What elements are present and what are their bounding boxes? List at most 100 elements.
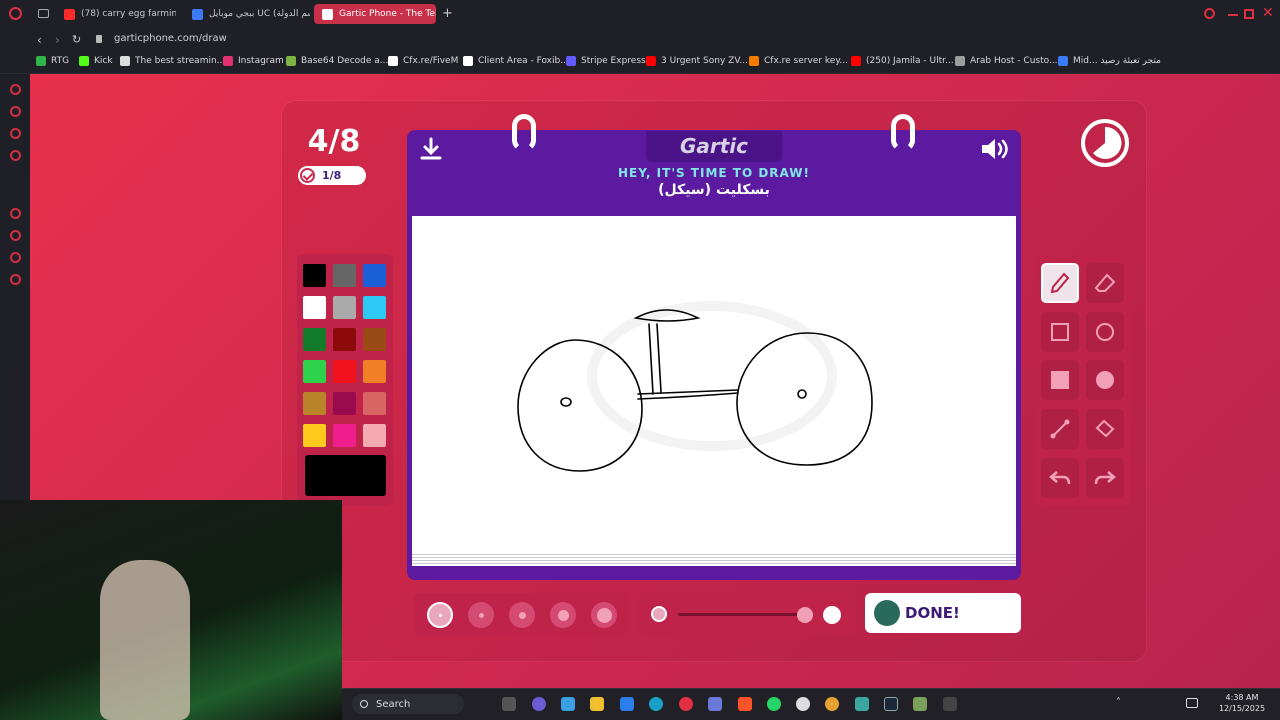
color-swatch[interactable] bbox=[333, 424, 356, 447]
bookmark-instagram[interactable]: Instagram bbox=[223, 56, 284, 66]
reload-icon[interactable]: ↻ bbox=[72, 33, 81, 46]
edge-icon[interactable] bbox=[649, 697, 663, 711]
sidebar-icon[interactable] bbox=[10, 230, 21, 241]
tab-pubg-uc[interactable]: ببجي موبايل UC (اسم الدولة bbox=[184, 4, 310, 24]
forward-icon[interactable]: › bbox=[55, 33, 60, 47]
undo-icon bbox=[1049, 471, 1071, 485]
store-icon[interactable] bbox=[620, 697, 634, 711]
color-swatch[interactable] bbox=[333, 264, 356, 287]
bookmark-base64[interactable]: Base64 Decode a... bbox=[286, 56, 388, 66]
brush-size-5[interactable] bbox=[591, 602, 617, 628]
close-icon[interactable]: ✕ bbox=[1262, 5, 1274, 21]
color-swatch[interactable] bbox=[303, 392, 326, 415]
drawing-canvas[interactable] bbox=[412, 216, 1016, 552]
opera-logo-icon[interactable] bbox=[9, 7, 22, 20]
color-swatch[interactable] bbox=[333, 296, 356, 319]
pencil-tool[interactable] bbox=[1041, 263, 1079, 303]
color-swatch[interactable] bbox=[303, 296, 326, 319]
color-swatch[interactable] bbox=[363, 296, 386, 319]
redo-tool[interactable] bbox=[1086, 458, 1124, 498]
app-icon[interactable] bbox=[943, 697, 957, 711]
sidebar-icon[interactable] bbox=[10, 252, 21, 263]
bookmark-cfx-fivem[interactable]: Cfx.re/FiveM bbox=[388, 56, 458, 66]
eraser-tool[interactable] bbox=[1086, 263, 1124, 303]
app-icon[interactable] bbox=[796, 697, 810, 711]
fill-bucket-tool[interactable] bbox=[1086, 409, 1124, 449]
color-swatch[interactable] bbox=[363, 264, 386, 287]
color-swatch[interactable] bbox=[303, 424, 326, 447]
wifi-icon[interactable] bbox=[1186, 698, 1198, 708]
brush-size-2[interactable] bbox=[468, 602, 494, 628]
bookmark-arab-host[interactable]: Arab Host - Custo... bbox=[955, 56, 1058, 66]
app-icon[interactable] bbox=[855, 697, 869, 711]
filled-rectangle-tool[interactable] bbox=[1041, 360, 1079, 400]
ellipse-tool[interactable] bbox=[1086, 312, 1124, 352]
rectangle-tool[interactable] bbox=[1041, 312, 1079, 352]
chrome-icon[interactable] bbox=[825, 697, 839, 711]
color-swatch[interactable] bbox=[303, 328, 326, 351]
sidebar-icon[interactable] bbox=[10, 106, 21, 117]
bookmark-client-area[interactable]: Client Area - Foxib... bbox=[463, 56, 569, 66]
steam-icon[interactable] bbox=[884, 697, 898, 711]
sidebar-icon[interactable] bbox=[10, 150, 21, 161]
bookmark-rtg[interactable]: RTG bbox=[36, 56, 69, 66]
maximize-icon[interactable] bbox=[1244, 9, 1254, 19]
brush-size-1[interactable] bbox=[427, 602, 453, 628]
brush-size-3[interactable] bbox=[509, 602, 535, 628]
done-button[interactable]: DONE! bbox=[865, 593, 1021, 633]
taskbar-search[interactable]: Search bbox=[352, 694, 464, 714]
color-swatch[interactable] bbox=[303, 264, 326, 287]
sidebar-icon[interactable] bbox=[10, 208, 21, 219]
download-icon[interactable] bbox=[420, 137, 442, 161]
color-swatch[interactable] bbox=[333, 360, 356, 383]
bookmark-sony[interactable]: 3 Urgent Sony ZV... bbox=[646, 56, 748, 66]
tab-gartic-phone[interactable]: Gartic Phone - The Telepl bbox=[314, 4, 436, 24]
workspaces-icon[interactable] bbox=[38, 9, 49, 18]
app-icon[interactable] bbox=[913, 697, 927, 711]
copilot-icon[interactable] bbox=[561, 697, 575, 711]
volume-icon[interactable] bbox=[980, 137, 1010, 161]
brave-icon[interactable] bbox=[738, 697, 752, 711]
sidebar-icon[interactable] bbox=[10, 274, 21, 285]
system-tray-chevron-icon[interactable]: ˄ bbox=[1116, 697, 1121, 708]
undo-tool[interactable] bbox=[1041, 458, 1079, 498]
bookmark-kick[interactable]: Kick bbox=[79, 56, 113, 66]
line-tool[interactable] bbox=[1041, 409, 1079, 449]
color-swatch[interactable] bbox=[363, 424, 386, 447]
task-view-icon[interactable] bbox=[502, 697, 516, 711]
size-dot bbox=[438, 613, 442, 617]
sidebar-icon[interactable] bbox=[10, 128, 21, 139]
opacity-max-icon bbox=[823, 606, 841, 624]
taskbar-clock[interactable]: 4:38 AM 12/15/2025 bbox=[1212, 692, 1272, 714]
color-swatch[interactable] bbox=[363, 328, 386, 351]
tools-panel bbox=[1035, 256, 1131, 506]
tab-youtube[interactable]: (78) carry egg farming sir bbox=[56, 4, 176, 24]
opacity-slider-thumb[interactable] bbox=[797, 607, 813, 623]
brush-size-4[interactable] bbox=[550, 602, 576, 628]
bookmark-cfx-key[interactable]: Cfx.re server key... bbox=[749, 56, 848, 66]
browser-tab-bar: (78) carry egg farming sir ببجي موبايل U… bbox=[0, 0, 1280, 28]
file-explorer-icon[interactable] bbox=[590, 697, 604, 711]
whatsapp-icon[interactable] bbox=[767, 697, 781, 711]
bookmark-streaming[interactable]: The best streamin... bbox=[120, 56, 225, 66]
bookmark-jamila[interactable]: (250) Jamila - Ultr... bbox=[851, 56, 954, 66]
opacity-track[interactable] bbox=[678, 613, 806, 616]
bookmark-stripe[interactable]: Stripe Express bbox=[566, 56, 646, 66]
filled-ellipse-tool[interactable] bbox=[1086, 360, 1124, 400]
search-tabs-icon[interactable] bbox=[1204, 8, 1215, 19]
color-swatch[interactable] bbox=[303, 360, 326, 383]
app-icon[interactable] bbox=[532, 697, 546, 711]
color-swatch[interactable] bbox=[363, 392, 386, 415]
color-swatch[interactable] bbox=[333, 328, 356, 351]
streamer-figure bbox=[100, 560, 190, 720]
url-field[interactable]: garticphone.com/draw bbox=[114, 33, 227, 44]
opera-icon[interactable] bbox=[679, 697, 693, 711]
back-icon[interactable]: ‹ bbox=[37, 33, 42, 47]
minimize-icon[interactable] bbox=[1228, 14, 1238, 16]
new-tab-button[interactable]: + bbox=[442, 6, 453, 21]
sidebar-icon[interactable] bbox=[10, 84, 21, 95]
bookmark-mid[interactable]: Mid... متجر تعبئة رصيد bbox=[1058, 56, 1161, 66]
app-icon[interactable] bbox=[708, 697, 722, 711]
color-swatch[interactable] bbox=[333, 392, 356, 415]
color-swatch[interactable] bbox=[363, 360, 386, 383]
